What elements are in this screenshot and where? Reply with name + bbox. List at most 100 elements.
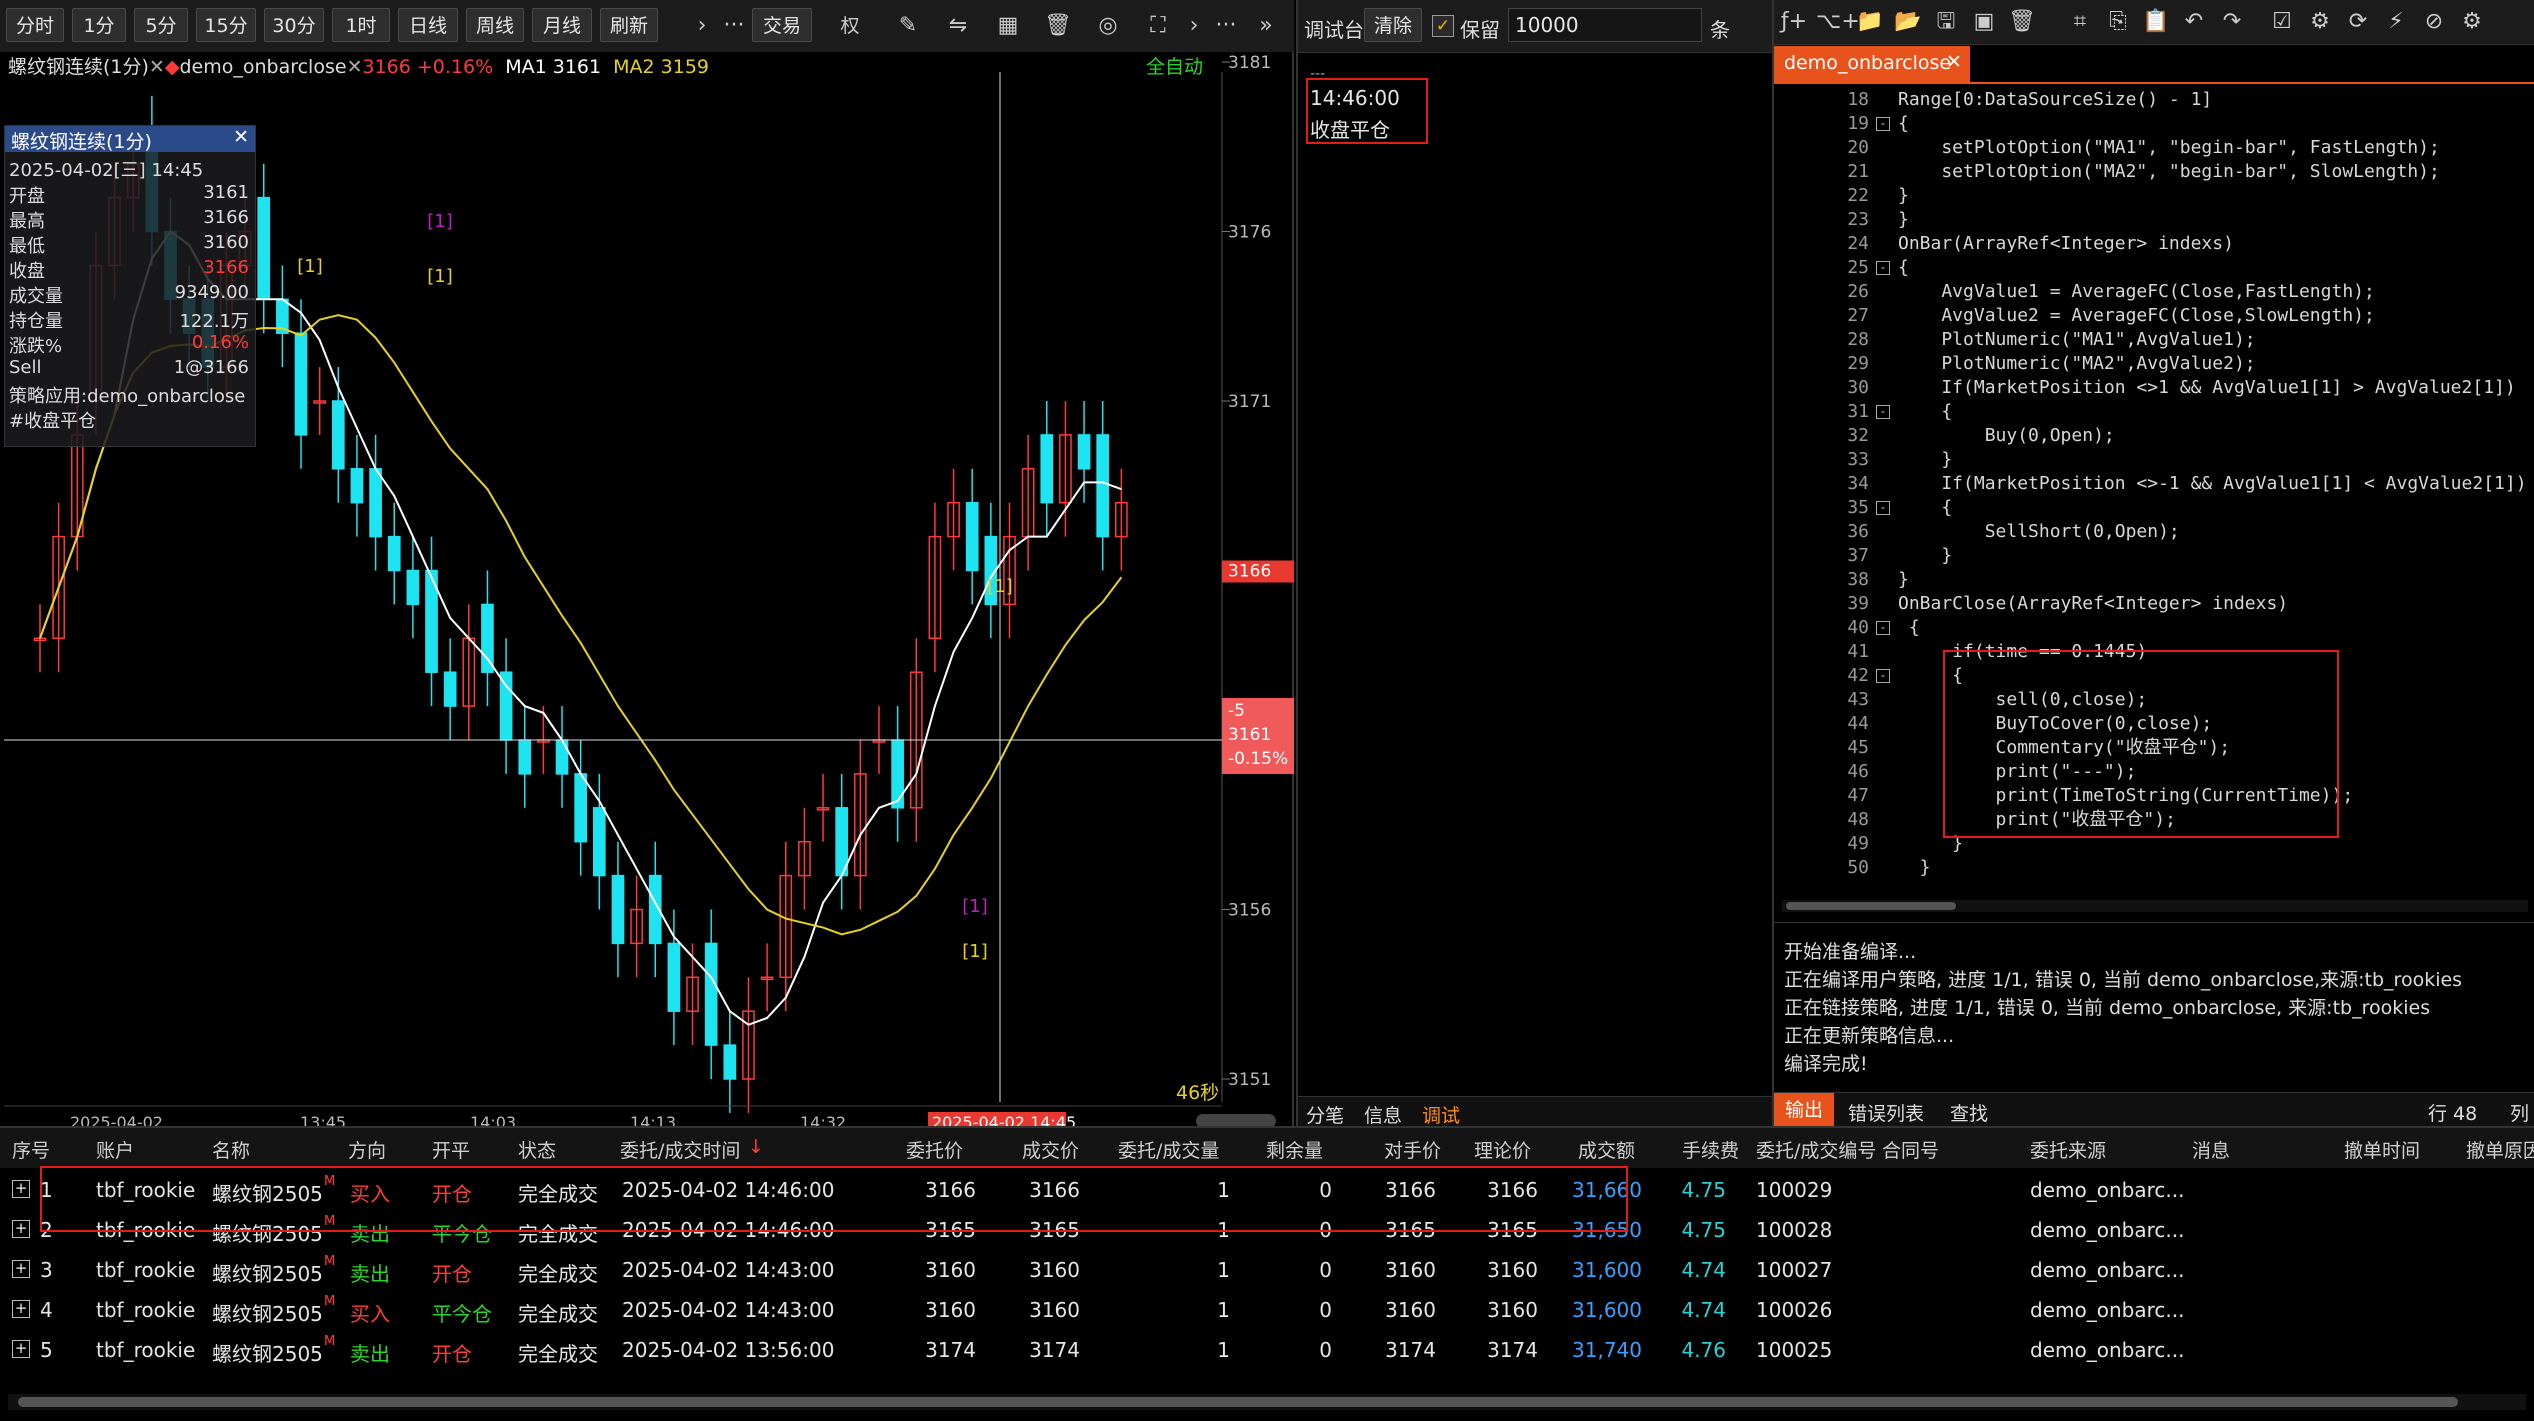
editor-hscroll-thumb[interactable] <box>1786 902 1956 910</box>
cut-icon[interactable]: ⌗ <box>2064 6 2096 38</box>
column-header[interactable]: 委托来源 <box>2030 1136 2106 1163</box>
chevron-right-2-icon[interactable]: › <box>1178 10 1210 42</box>
period-timeshare-button[interactable]: 分时 <box>6 8 64 42</box>
compile-icon[interactable]: ⚙ <box>2304 6 2336 38</box>
new-function-icon[interactable]: ƒ+ <box>1778 6 1810 38</box>
fullscreen-icon[interactable]: ⛶ <box>1142 10 1174 42</box>
column-header[interactable]: 对手价 <box>1384 1136 1441 1163</box>
undo-icon[interactable]: ↶ <box>2178 6 2210 38</box>
redo-icon[interactable]: ↷ <box>2216 6 2248 38</box>
tab-errors[interactable]: 错误列表 <box>1848 1099 1924 1126</box>
draw-pen-icon[interactable]: ✎ <box>892 10 924 42</box>
period-week-button[interactable]: 周线 <box>466 8 524 42</box>
expand-row-icon[interactable]: + <box>12 1340 30 1358</box>
signal-marker[interactable]: [1] <box>962 896 988 917</box>
signal-marker[interactable]: [1] <box>427 266 453 287</box>
period-15min-button[interactable]: 15分 <box>196 8 256 42</box>
delete-icon[interactable]: 🗑 <box>1042 10 1074 42</box>
editor-hscroll[interactable] <box>1782 900 2528 912</box>
refresh-button[interactable]: 刷新 <box>600 8 658 42</box>
fold-toggle-icon[interactable]: - <box>1876 669 1890 683</box>
column-header[interactable]: 理论价 <box>1474 1136 1531 1163</box>
period-5min-button[interactable]: 5分 <box>134 8 188 42</box>
column-header[interactable]: 序号 <box>12 1136 50 1163</box>
symbol-tab[interactable]: 螺纹钢连续(1分) <box>8 56 149 78</box>
layout-icon[interactable]: ▦ <box>992 10 1024 42</box>
stop-icon[interactable]: ⊘ <box>2418 6 2450 38</box>
column-header[interactable]: 委托/成交时间 <box>620 1136 740 1163</box>
column-header[interactable]: 撤单原因 <box>2466 1136 2534 1163</box>
order-row[interactable]: +5 tbf_rookie 螺纹钢2505 M 卖出 开仓 完全成交 2025-04-02 1… <box>0 1330 2534 1370</box>
new-strategy-icon[interactable]: ⌥+ <box>1816 6 1860 38</box>
tab-find[interactable]: 查找 <box>1950 1099 1988 1126</box>
order-row[interactable]: +3 tbf_rookie 螺纹钢2505 M 卖出 开仓 完全成交 2025-04-02 1… <box>0 1250 2534 1290</box>
column-header[interactable]: 状态 <box>518 1136 556 1163</box>
strategy-tab[interactable]: demo_onbarclose <box>179 56 346 78</box>
column-header[interactable]: 合同号 <box>1882 1136 1939 1163</box>
column-header[interactable]: 方向 <box>348 1136 386 1163</box>
tab-output[interactable]: 输出 <box>1774 1093 1834 1127</box>
orders-hscroll-thumb[interactable] <box>18 1397 2458 1407</box>
sort-desc-icon[interactable]: ↓ <box>748 1136 764 1158</box>
signal-marker[interactable]: [1] <box>962 941 988 962</box>
expand-row-icon[interactable]: + <box>12 1260 30 1278</box>
column-header[interactable]: 委托价 <box>906 1136 963 1163</box>
tab-debug[interactable]: 调试 <box>1422 1101 1460 1128</box>
column-header[interactable]: 账户 <box>96 1136 134 1163</box>
keep-checkbox[interactable]: ✓ <box>1432 15 1454 37</box>
chart-scroll-thumb[interactable] <box>1196 1114 1276 1126</box>
clear-button[interactable]: 清除 <box>1364 8 1422 42</box>
period-day-button[interactable]: 日线 <box>398 8 458 42</box>
orders-hscroll[interactable] <box>8 1394 2526 1410</box>
delete-file-icon[interactable]: 🗑 <box>2006 6 2038 38</box>
rights-adjust-button[interactable]: 权 <box>834 10 866 42</box>
compile-all-icon[interactable]: ⟳ <box>2342 6 2374 38</box>
auto-trade-label[interactable]: 全自动 <box>1146 52 1203 79</box>
period-30min-button[interactable]: 30分 <box>264 8 324 42</box>
expand-row-icon[interactable]: + <box>12 1180 30 1198</box>
file-tab-close-icon[interactable]: ✕ <box>1946 51 1962 73</box>
close-strategy-icon[interactable]: ✕ <box>347 56 363 78</box>
tab-ticks[interactable]: 分笔 <box>1306 1101 1344 1128</box>
adjust-icon[interactable]: ⇋ <box>942 10 974 42</box>
signal-marker[interactable]: [1] <box>297 256 323 277</box>
fold-toggle-icon[interactable]: - <box>1876 621 1890 635</box>
save-icon[interactable]: 🖫 <box>1930 6 1962 38</box>
period-month-button[interactable]: 月线 <box>532 8 592 42</box>
fold-toggle-icon[interactable]: - <box>1876 501 1890 515</box>
fold-toggle-icon[interactable]: - <box>1876 261 1890 275</box>
order-row[interactable]: +4 tbf_rookie 螺纹钢2505 M 买入 平今仓 完全成交 2025-04-02 … <box>0 1290 2534 1330</box>
column-header[interactable]: 开平 <box>432 1136 470 1163</box>
paste-icon[interactable]: 📋 <box>2140 6 2172 38</box>
period-1min-button[interactable]: 1分 <box>72 8 126 42</box>
more-icon[interactable]: ··· <box>718 10 750 42</box>
fold-toggle-icon[interactable]: - <box>1876 117 1890 131</box>
column-header[interactable]: 委托/成交编号 <box>1756 1136 1876 1163</box>
settings-icon[interactable]: ⚙ <box>2456 6 2488 38</box>
period-1hour-button[interactable]: 1时 <box>332 8 390 42</box>
editor-file-tab[interactable]: demo_onbarclose ✕ <box>1774 46 1970 82</box>
check-icon[interactable]: ☑ <box>2266 6 2298 38</box>
keep-count-input[interactable] <box>1508 8 1702 42</box>
column-header[interactable]: 手续费 <box>1682 1136 1739 1163</box>
column-header[interactable]: 名称 <box>212 1136 250 1163</box>
close-symbol-icon[interactable]: ✕ <box>149 56 165 78</box>
open-folder-icon[interactable]: 📁 <box>1854 6 1886 38</box>
more-2-icon[interactable]: ··· <box>1210 10 1242 42</box>
signal-marker[interactable]: [1] <box>987 576 1013 597</box>
target-icon[interactable]: ◎ <box>1092 10 1124 42</box>
column-header[interactable]: 剩余量 <box>1266 1136 1323 1163</box>
expand-row-icon[interactable]: + <box>12 1220 30 1238</box>
column-header[interactable]: 委托/成交量 <box>1118 1136 1219 1163</box>
expand-row-icon[interactable]: + <box>12 1300 30 1318</box>
trade-button[interactable]: 交易 <box>752 8 812 42</box>
column-header[interactable]: 消息 <box>2192 1136 2230 1163</box>
double-chevron-icon[interactable]: » <box>1250 10 1282 42</box>
signal-marker[interactable]: [1] <box>427 211 453 232</box>
column-header[interactable]: 撤单时间 <box>2344 1136 2420 1163</box>
tab-info[interactable]: 信息 <box>1364 1101 1402 1128</box>
copy-icon[interactable]: ⎘ <box>2102 6 2134 38</box>
chevron-right-icon[interactable]: › <box>686 10 718 42</box>
column-header[interactable]: 成交额 <box>1578 1136 1635 1163</box>
fold-toggle-icon[interactable]: - <box>1876 405 1890 419</box>
